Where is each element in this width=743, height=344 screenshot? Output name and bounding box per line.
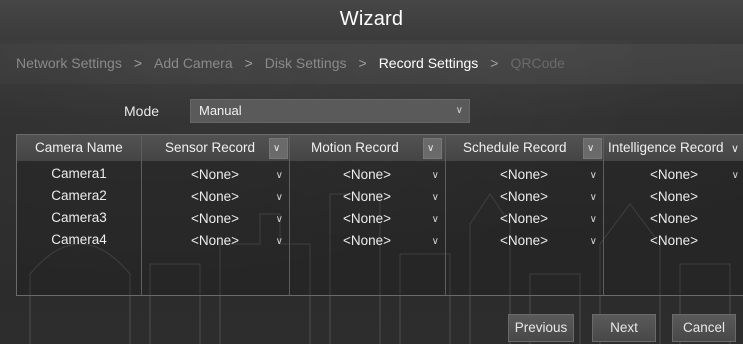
motion-record-value: <None> [342,167,392,182]
intelligence-record-dropdown[interactable]: <None> [605,186,743,208]
camera-name: Camera4 [51,232,107,247]
chevron-down-icon: ∨ [589,170,597,181]
previous-button[interactable]: Previous [508,314,574,342]
schedule-record-value: <None> [499,211,549,226]
intelligence-record-value: <None> [649,211,699,226]
chevron-down-icon: ∨ [275,170,283,181]
sensor-record-dropdown[interactable]: <None> ∨ [143,230,287,252]
schedule-record-dropdown[interactable]: <None> ∨ [447,230,601,252]
chevron-down-icon: ∨ [455,105,463,116]
mode-row: Mode Manual ∨ [0,99,743,125]
breadcrumb-separator: > [358,55,367,71]
cancel-button[interactable]: Cancel [672,314,736,342]
sensor-record-dropdown[interactable]: <None> ∨ [143,186,287,208]
header-motion-label: Motion Record [311,140,399,155]
header-sensor-label: Sensor Record [165,140,256,155]
chevron-down-icon: ∨ [431,192,439,203]
intelligence-record-dropdown[interactable]: <None> [605,208,743,230]
breadcrumb-add-camera[interactable]: Add Camera [154,55,233,71]
header-sensor-record: Sensor Record ∨ [141,135,289,161]
schedule-record-value: <None> [499,167,549,182]
sensor-record-dropdown[interactable]: <None> ∨ [143,164,287,186]
mode-label: Mode [124,103,160,119]
motion-record-dropdown[interactable]: <None> ∨ [291,208,443,230]
table-header: Camera Name Sensor Record ∨ Motion Recor… [17,135,743,161]
camera-name: Camera3 [51,210,107,225]
intelligence-record-value: <None> [649,189,699,204]
breadcrumb-record-settings[interactable]: Record Settings [379,55,479,71]
schedule-record-dropdown[interactable]: <None> ∨ [447,164,601,186]
breadcrumb-separator: > [133,55,143,71]
table-row: Camera1 <None> ∨ <None> ∨ <None> ∨ <None… [17,164,743,186]
window-title: Wizard [339,8,404,30]
wizard-footer: Previous Next Cancel [0,304,743,344]
sensor-record-value: <None> [190,189,240,204]
intelligence-record-dropdown[interactable]: <None> [605,230,743,252]
sensor-record-value: <None> [190,167,240,182]
chevron-down-icon: ∨ [587,143,595,154]
motion-record-value: <None> [342,189,392,204]
schedule-record-value: <None> [499,189,549,204]
intelligence-record-value: <None> [649,167,699,182]
sensor-record-value: <None> [190,233,240,248]
record-settings-table: Camera Name Sensor Record ∨ Motion Recor… [16,134,743,296]
chevron-down-icon: ∨ [273,143,281,154]
header-camera-name-label: Camera Name [35,140,123,155]
chevron-down-icon: ∨ [431,236,439,247]
mode-select[interactable]: Manual ∨ [190,99,470,123]
chevron-down-icon: ∨ [589,236,597,247]
header-schedule-record: Schedule Record ∨ [445,135,603,161]
chevron-down-icon: ∨ [589,214,597,225]
chevron-down-icon: ∨ [731,170,739,181]
header-motion-record: Motion Record ∨ [289,135,445,161]
intelligence-record-dropdown[interactable]: <None> ∨ [605,164,743,186]
motion-record-all-dropdown[interactable]: ∨ [423,138,442,159]
sensor-record-value: <None> [190,211,240,226]
chevron-down-icon: ∨ [275,236,283,247]
header-schedule-label: Schedule Record [463,140,567,155]
intelligence-record-value: <None> [649,233,699,248]
camera-name: Camera1 [51,166,107,181]
chevron-down-icon: ∨ [427,143,435,154]
motion-record-dropdown[interactable]: <None> ∨ [291,164,443,186]
table-row: Camera3 <None> ∨ <None> ∨ <None> ∨ <None… [17,208,743,230]
motion-record-value: <None> [342,211,392,226]
breadcrumb-network-settings[interactable]: Network Settings [16,55,122,71]
table-row: Camera4 <None> ∨ <None> ∨ <None> ∨ <None… [17,230,743,252]
motion-record-dropdown[interactable]: <None> ∨ [291,230,443,252]
breadcrumb: Network Settings > Add Camera > Disk Setting… [0,44,743,84]
chevron-down-icon: ∨ [431,214,439,225]
chevron-down-icon: ∨ [431,170,439,181]
breadcrumb-disk-settings[interactable]: Disk Settings [265,55,347,71]
next-button[interactable]: Next [592,314,656,342]
schedule-record-value: <None> [499,233,549,248]
schedule-record-dropdown[interactable]: <None> ∨ [447,186,601,208]
chevron-down-icon: ∨ [275,192,283,203]
breadcrumb-qrcode[interactable]: QRCode [510,55,564,71]
camera-name: Camera2 [51,188,107,203]
breadcrumb-separator: > [490,55,499,71]
chevron-down-icon: ∨ [589,192,597,203]
chevron-down-icon: ∨ [275,214,283,225]
mode-value: Manual [199,103,242,118]
title-bar: Wizard [0,0,743,40]
header-camera-name: Camera Name [17,135,141,161]
breadcrumb-separator: > [244,55,253,71]
motion-record-dropdown[interactable]: <None> ∨ [291,186,443,208]
sensor-record-dropdown[interactable]: <None> ∨ [143,208,287,230]
header-intelligence-record: Intelligence Record ∨ [603,135,743,161]
schedule-record-all-dropdown[interactable]: ∨ [583,138,602,159]
motion-record-value: <None> [342,233,392,248]
chevron-down-icon[interactable]: ∨ [731,142,739,155]
schedule-record-dropdown[interactable]: <None> ∨ [447,208,601,230]
table-row: Camera2 <None> ∨ <None> ∨ <None> ∨ <None… [17,186,743,208]
sensor-record-all-dropdown[interactable]: ∨ [269,138,288,159]
header-intelligence-label: Intelligence Record [608,140,724,155]
